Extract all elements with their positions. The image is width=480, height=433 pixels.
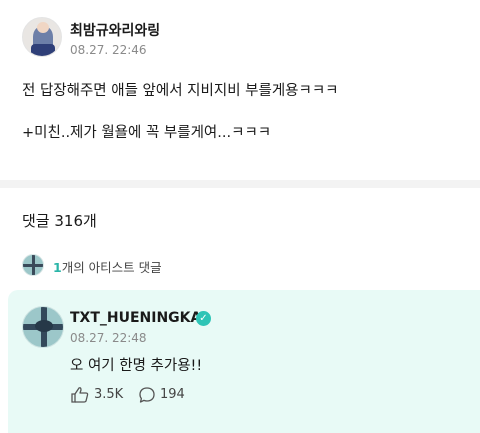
verified-badge-icon: ✓ [196,311,211,326]
post-text-line-1: 전 답장해주면 애들 앞에서 지비지비 부를게용ㅋㅋㅋ [22,83,339,99]
artist-avatar-mini [22,254,44,276]
section-divider [0,180,480,188]
reply-icon[interactable] [138,386,156,404]
like-count: 3.5K [94,387,124,402]
post-author-avatar[interactable] [22,17,62,57]
comment-text: 오 여기 한명 추가용!! [70,358,203,374]
artist-comment: TXT_HUENINGKAI ✓ 08.27. 22:48 오 여기 한명 추가… [8,290,480,433]
post-text-line-2: +미친..제가 월욜에 꼭 부를게여...ㅋㅋㅋ [22,125,272,141]
artist-comments-label: 1개의 아티스트 댓글 [53,257,162,276]
artist-comments-count: 1 [53,260,62,275]
comments-count-heading: 댓글 316개 [22,212,97,230]
post-timestamp: 08.27. 22:46 [70,43,147,57]
artist-comments-text: 개의 아티스트 댓글 [61,260,162,275]
comment-author-name[interactable]: TXT_HUENINGKAI [70,310,207,326]
comment-author-avatar[interactable] [22,306,64,348]
post-author-name[interactable]: 최밤규와리와링 [70,20,160,40]
post: 최밤규와리와링 08.27. 22:46 전 답장해주면 애들 앞에서 지비지비… [0,0,480,180]
comment-timestamp: 08.27. 22:48 [70,331,147,345]
reply-count: 194 [160,387,185,402]
like-icon[interactable] [70,386,90,404]
